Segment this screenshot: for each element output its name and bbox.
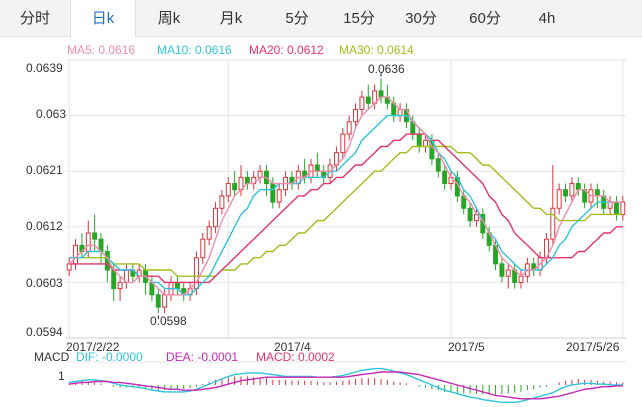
candle-body bbox=[556, 189, 562, 209]
candle-body bbox=[467, 207, 473, 222]
candle-body bbox=[85, 232, 91, 253]
candle-body bbox=[73, 244, 79, 265]
candle-body bbox=[155, 294, 161, 308]
candle-body bbox=[111, 269, 117, 290]
candle-body bbox=[117, 281, 123, 290]
candle-body bbox=[353, 108, 359, 123]
candle-body bbox=[569, 183, 575, 197]
candle-body bbox=[365, 96, 371, 104]
candle-body bbox=[359, 96, 365, 110]
candle-body bbox=[550, 207, 556, 240]
candle-body bbox=[200, 238, 206, 259]
candle-body bbox=[378, 90, 384, 98]
candle-body bbox=[435, 158, 441, 172]
candle-body bbox=[423, 139, 429, 147]
candle-body bbox=[257, 170, 263, 178]
candle-body bbox=[346, 121, 352, 135]
candle-body bbox=[225, 183, 231, 197]
candle-body bbox=[270, 183, 276, 203]
candle-body bbox=[314, 164, 320, 172]
candle-body bbox=[613, 201, 619, 215]
candle-body bbox=[232, 183, 238, 191]
candle-body bbox=[92, 232, 98, 240]
candle-body bbox=[340, 133, 346, 154]
candle-body bbox=[397, 108, 403, 117]
candle-body bbox=[442, 170, 448, 185]
candle-body bbox=[213, 207, 219, 228]
candle-body bbox=[162, 294, 168, 308]
candle-body bbox=[607, 201, 613, 209]
candle-body bbox=[244, 176, 250, 185]
kline-chart[interactable] bbox=[0, 0, 642, 407]
candle-body bbox=[505, 269, 511, 277]
candle-body bbox=[66, 263, 72, 271]
candle-body bbox=[276, 189, 282, 203]
ma5-line bbox=[68, 96, 623, 296]
candle-body bbox=[575, 183, 581, 191]
candle-body bbox=[499, 263, 505, 277]
candle-body bbox=[416, 133, 422, 147]
candle-body bbox=[206, 226, 212, 240]
candle-body bbox=[174, 281, 180, 290]
candle-body bbox=[219, 195, 225, 209]
candle-body bbox=[594, 189, 600, 197]
candle-body bbox=[563, 189, 569, 197]
candle-body bbox=[620, 201, 626, 215]
